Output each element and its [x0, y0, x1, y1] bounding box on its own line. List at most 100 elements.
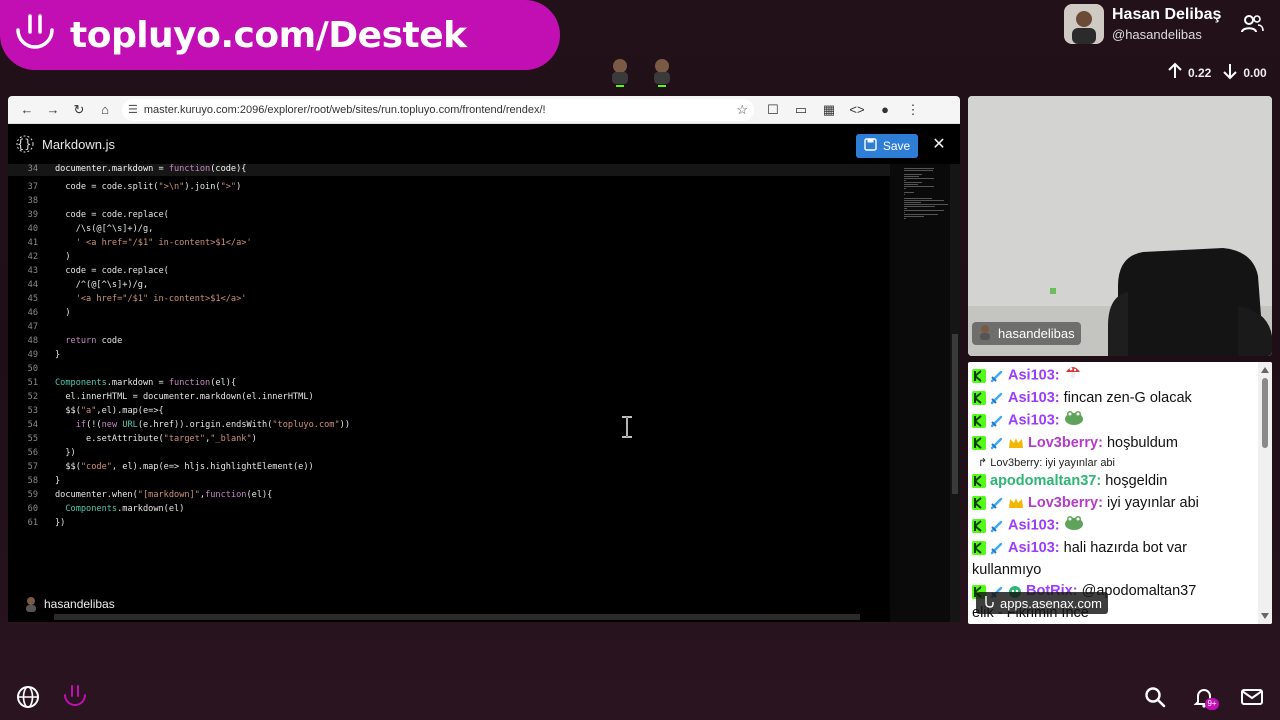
- chat-message[interactable]: kullanmıyo: [972, 560, 1256, 582]
- chat-username[interactable]: Asi103:: [1008, 368, 1060, 384]
- code-line[interactable]: 54 if(!(new URL(e.href)).origin.endsWith…: [8, 418, 350, 432]
- chat-message[interactable]: apodomaltan37: hoşgeldin: [972, 471, 1256, 493]
- code-line[interactable]: 51 Components.markdown = function(el){: [8, 376, 236, 390]
- scrollbar-thumb[interactable]: [1262, 378, 1268, 448]
- chat-username[interactable]: Asi103:: [1008, 540, 1060, 556]
- code-line[interactable]: 42 ): [8, 250, 71, 264]
- code-line[interactable]: 55 e.setAttribute("target","_blank"): [8, 432, 257, 446]
- mail-icon[interactable]: [1239, 684, 1265, 710]
- code-text: '<a href="/$1" in-content>$1</a>': [75, 294, 247, 304]
- bell-icon[interactable]: 9+: [1191, 684, 1219, 710]
- users-icon[interactable]: [1240, 14, 1264, 39]
- code-line[interactable]: 49}: [8, 348, 61, 362]
- line-number: 46: [27, 308, 38, 318]
- user-profile[interactable]: Hasan Delibaş @hasandelibas: [1064, 4, 1221, 44]
- chat-scrollbar[interactable]: [1258, 362, 1272, 624]
- chat-message[interactable]: Asi103: hali hazırda bot var: [972, 538, 1256, 560]
- code-line[interactable]: 45 '<a href="/$1" in-content>$1</a>': [8, 292, 247, 306]
- qr-icon[interactable]: ▦: [816, 97, 842, 123]
- brand-banner[interactable]: topluyo.com/Destek: [0, 0, 560, 70]
- home-icon[interactable]: ⌂: [92, 97, 118, 123]
- code-line[interactable]: 59 documenter.when("[markdown]",function(…: [8, 488, 273, 502]
- chat-username[interactable]: Asi103:: [1008, 518, 1060, 534]
- scroll-down-arrow-icon[interactable]: [1261, 613, 1269, 619]
- code-line[interactable]: 38: [8, 194, 55, 208]
- back-arrow-icon[interactable]: ←: [14, 97, 40, 123]
- close-icon[interactable]: ✕: [930, 136, 948, 154]
- chat-reply-quote[interactable]: ↱ Lov3berry: iyi yayınlar abi: [972, 455, 1256, 471]
- code-line[interactable]: 57 $$("code", el).map(e=> hljs.highlight…: [8, 460, 314, 474]
- chat-panel[interactable]: Asi103: Asi103: fincan zen-G olacak Asi10…: [968, 362, 1272, 624]
- devtools-icon[interactable]: <>: [844, 97, 870, 123]
- editor-vertical-scrollbar[interactable]: [950, 164, 960, 622]
- line-number: 43: [27, 266, 38, 276]
- topluyo-logo-icon[interactable]: [62, 684, 88, 710]
- code-line[interactable]: 48 return code: [8, 334, 123, 348]
- bookmark-star-icon[interactable]: ☆: [736, 102, 748, 118]
- code-line[interactable]: 34 documenter.markdown = function(code){: [8, 162, 247, 176]
- globe-icon[interactable]: [15, 684, 41, 710]
- frog-emote-icon: [1064, 409, 1084, 433]
- minimap-line: [904, 194, 905, 195]
- chat-message[interactable]: Asi103:: [972, 514, 1256, 538]
- code-line[interactable]: 44 /^(@[^\s]+)/g,: [8, 278, 149, 292]
- code-line[interactable]: 56 }): [8, 446, 76, 460]
- chat-username[interactable]: Asi103:: [1008, 413, 1060, 429]
- minimap-line: [904, 170, 933, 171]
- chat-username[interactable]: Lov3berry:: [1028, 495, 1103, 511]
- code-line[interactable]: 47: [8, 320, 55, 334]
- chat-message[interactable]: Lov3berry: hoşbuldum: [972, 433, 1256, 455]
- code-line[interactable]: 52 el.innerHTML = documenter.markdown(el…: [8, 390, 314, 404]
- code-line[interactable]: 41 ' <a href="/$1" in-content>$1</a>': [8, 236, 252, 250]
- extensions-icon[interactable]: ☐: [760, 97, 786, 123]
- line-number: 34: [27, 164, 38, 174]
- app-overlay-pill[interactable]: apps.asenax.com: [976, 592, 1108, 614]
- code-line[interactable]: 60 Components.markdown(el): [8, 502, 185, 516]
- site-info-icon[interactable]: ☰: [128, 103, 138, 116]
- code-text: documenter.markdown = function(code){: [55, 164, 247, 174]
- code-line[interactable]: 61}): [8, 516, 66, 530]
- scroll-up-arrow-icon[interactable]: [1261, 367, 1269, 373]
- code-line[interactable]: 46 ): [8, 306, 71, 320]
- viewer-avatar: [650, 56, 674, 87]
- chat-message[interactable]: Asi103:: [972, 409, 1256, 433]
- code-line[interactable]: 50: [8, 362, 55, 376]
- chat-message[interactable]: Lov3berry: iyi yayınlar abi: [972, 493, 1256, 515]
- sword-badge-icon: [990, 391, 1004, 405]
- code-line[interactable]: 43 code = code.replace(: [8, 264, 169, 278]
- code-line[interactable]: 37 code = code.split(">\n").join(">"): [8, 180, 242, 194]
- chat-username[interactable]: Lov3berry:: [1028, 435, 1103, 451]
- code-line[interactable]: 39 code = code.replace(: [8, 208, 169, 222]
- search-icon[interactable]: [1142, 684, 1168, 710]
- profile-avatar-icon[interactable]: ●: [872, 97, 898, 123]
- chat-username[interactable]: Asi103:: [1008, 390, 1060, 406]
- url-text: master.kuruyo.com:2096/explorer/root/web…: [143, 103, 546, 116]
- code-minimap[interactable]: [890, 164, 952, 622]
- reload-icon[interactable]: ↻: [66, 97, 92, 123]
- line-number: 54: [27, 420, 38, 430]
- chat-username[interactable]: apodomaltan37:: [990, 473, 1101, 489]
- kick-badge-icon: [972, 473, 986, 488]
- code-text: Components.markdown(el): [65, 504, 185, 514]
- minimap-line: [904, 184, 918, 185]
- line-number: 41: [27, 238, 38, 248]
- scrollbar-thumb[interactable]: [952, 334, 958, 494]
- line-number: 51: [27, 378, 38, 388]
- code-line[interactable]: 53 $$("a",el).map(e=>{: [8, 404, 164, 418]
- cast-icon[interactable]: ▭: [788, 97, 814, 123]
- line-number: 37: [27, 182, 38, 192]
- chat-message[interactable]: Asi103:: [972, 364, 1256, 388]
- code-line[interactable]: 58}: [8, 474, 61, 488]
- code-line[interactable]: 40 /\s(@[^\s]+)/g,: [8, 222, 154, 236]
- avatar: [1064, 4, 1104, 44]
- forward-arrow-icon[interactable]: →: [40, 97, 66, 123]
- save-button[interactable]: Save: [856, 134, 918, 158]
- chat-message-text: hoşgeldin: [1105, 472, 1168, 489]
- menu-dots-icon[interactable]: ⋮: [900, 97, 926, 123]
- minimap-line: [904, 176, 919, 177]
- editor-horizontal-scrollbar[interactable]: [54, 614, 860, 620]
- chat-message[interactable]: Asi103: fincan zen-G olacak: [972, 388, 1256, 410]
- line-number: 50: [27, 364, 38, 374]
- code-editor[interactable]: 34 documenter.markdown = function(code){3…: [8, 164, 890, 622]
- address-bar[interactable]: ☰ master.kuruyo.com:2096/explorer/root/w…: [122, 98, 754, 121]
